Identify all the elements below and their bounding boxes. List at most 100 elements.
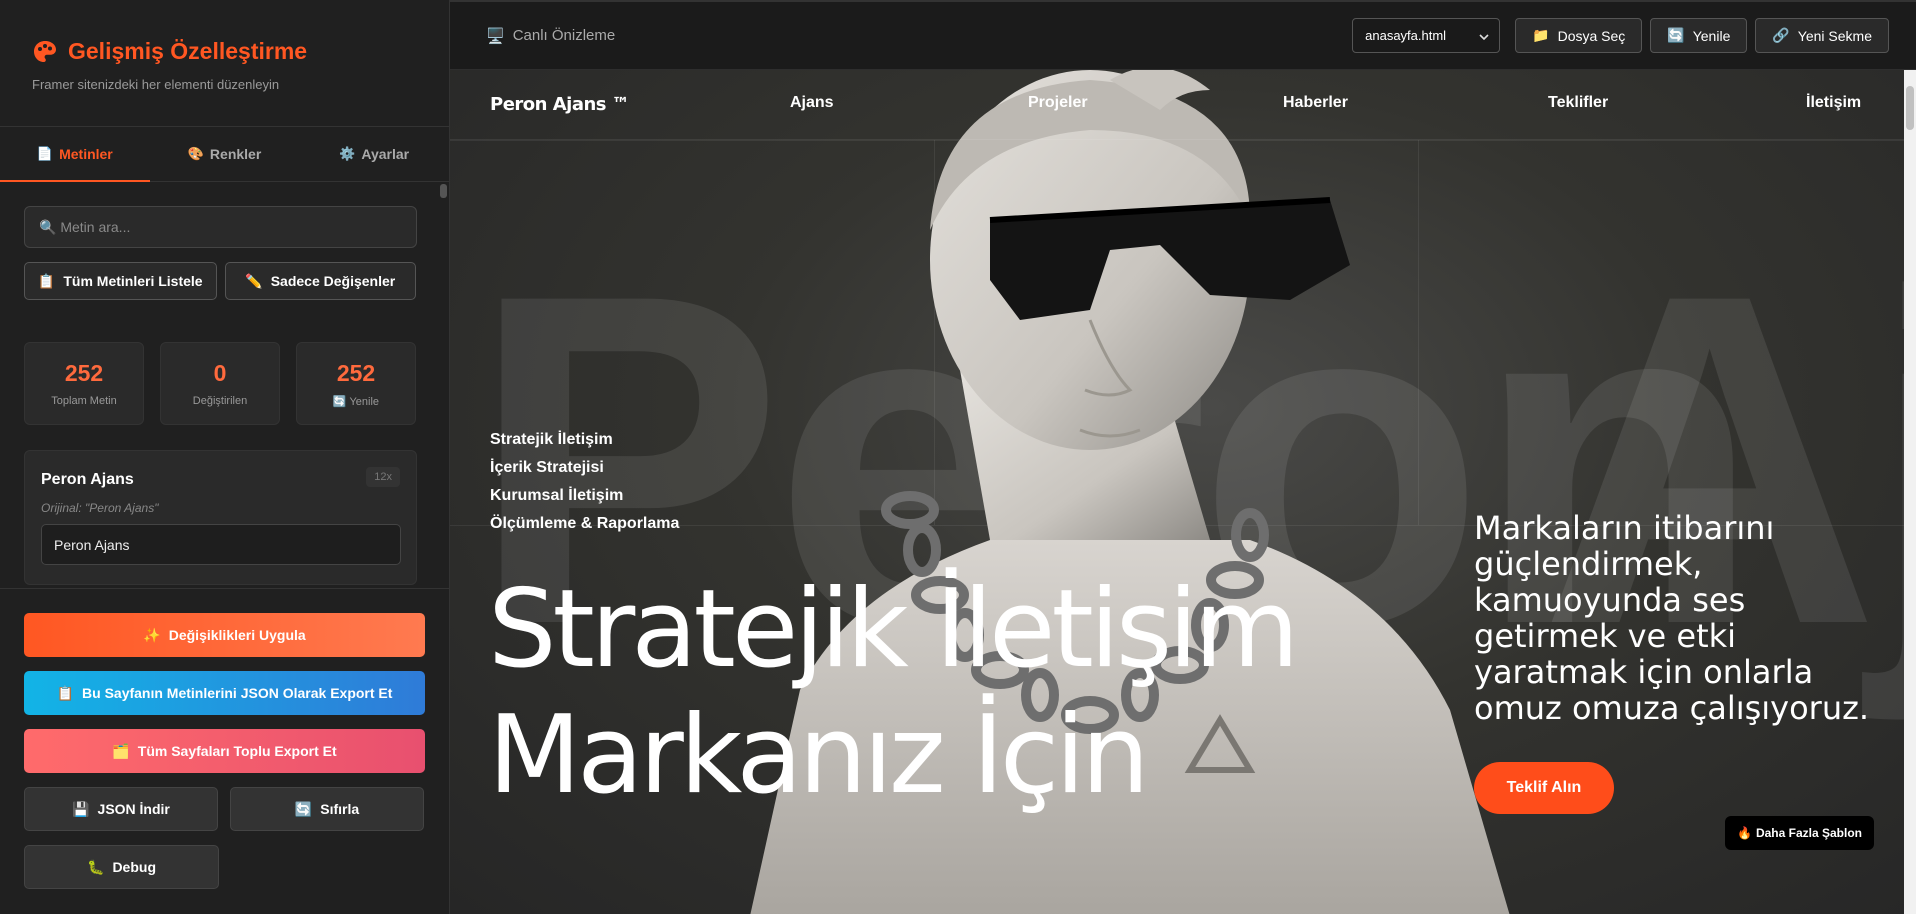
preview-label-text: Canlı Önizleme bbox=[512, 27, 616, 44]
link-icon: 🔗 bbox=[1772, 27, 1790, 43]
refresh-icon: 🔄 bbox=[1667, 27, 1685, 43]
search-box[interactable] bbox=[24, 206, 417, 248]
sidebar-subtitle: Framer sitenizdeki her elementi düzenley… bbox=[32, 77, 280, 92]
preview-scrollbar-thumb[interactable] bbox=[1906, 86, 1914, 130]
export-all-pages-button[interactable]: 🗂️ Tüm Sayfaları Toplu Export Et bbox=[24, 729, 425, 773]
search-input[interactable] bbox=[39, 219, 359, 235]
tab-label: Ayarlar bbox=[361, 146, 410, 162]
tab-label: Metinler bbox=[59, 146, 113, 162]
stats-row: 252 Toplam Metin 0 Değiştirilen 252 🔄 Ye… bbox=[24, 342, 416, 425]
choose-file-button[interactable]: 📁 Dosya Seç bbox=[1515, 18, 1643, 53]
nav-link-news[interactable]: Haberler bbox=[1283, 94, 1348, 112]
palette-icon bbox=[32, 39, 58, 65]
palette-icon: 🎨 bbox=[187, 146, 204, 161]
refresh-icon: 🔄 bbox=[332, 395, 347, 408]
tab-colors[interactable]: 🎨 Renkler bbox=[150, 127, 300, 181]
stat-label: Değiştirilen bbox=[192, 395, 248, 407]
app-root: Gelişmiş Özelleştirme Framer sitenizdeki… bbox=[0, 0, 1916, 914]
refresh-icon: 🔄 bbox=[294, 800, 313, 817]
floppy-icon: 💾 bbox=[72, 800, 90, 817]
pencil-icon: ✏️ bbox=[245, 272, 263, 289]
stat-label: 🔄 Yenile bbox=[333, 395, 379, 408]
reset-label: Sıfırla bbox=[320, 801, 360, 817]
get-quote-button[interactable]: Teklif Alın bbox=[1474, 762, 1614, 814]
refresh-label: Yenile bbox=[1692, 27, 1731, 44]
new-tab-label: Yeni Sekme bbox=[1797, 27, 1872, 44]
sidebar-scroll-area[interactable]: 📋 Tüm Metinleri Listele ✏️ Sadece Değişe… bbox=[0, 182, 449, 587]
nav-link-projects[interactable]: Projeler bbox=[1028, 94, 1088, 112]
hero-tagline: Markaların itibarını güçlendirmek, kamuo… bbox=[1474, 509, 1870, 727]
only-changed-label: Sadece Değişenler bbox=[270, 273, 396, 289]
bug-icon: 🐛 bbox=[87, 858, 105, 875]
clipboard-icon: 📋 bbox=[56, 684, 75, 701]
entry-text-input[interactable] bbox=[41, 524, 401, 565]
apply-label: Değişiklikleri Uygula bbox=[168, 627, 306, 643]
only-changed-button[interactable]: ✏️ Sadece Değişenler bbox=[224, 262, 416, 300]
service-item: İçerik Stratejisi bbox=[490, 459, 604, 476]
hero-headline-line: Stratejik İletişim bbox=[488, 567, 1299, 692]
sidebar-actions: ✨ Değişiklikleri Uygula 📋 Bu Sayfanın Me… bbox=[0, 588, 449, 914]
preview-toolbar: 🖥️ Canlı Önizleme anasayfa.html 📁 Dosya … bbox=[450, 0, 1916, 70]
chevron-down-icon bbox=[1479, 28, 1489, 43]
sidebar-scrollbar[interactable] bbox=[440, 184, 447, 198]
document-icon: 📄 bbox=[36, 146, 54, 161]
nav-link-offers[interactable]: Teklifler bbox=[1548, 94, 1608, 112]
preview-label: 🖥️ Canlı Önizleme bbox=[486, 27, 615, 45]
nav-link-contact[interactable]: İletişim bbox=[1806, 94, 1861, 112]
filter-buttons: 📋 Tüm Metinleri Listele ✏️ Sadece Değişe… bbox=[24, 262, 416, 300]
hero-headline: Stratejik İletişim Markanız İçin bbox=[488, 567, 1299, 819]
preview-scrollbar[interactable] bbox=[1904, 70, 1916, 914]
entry-original: Orijinal: "Peron Ajans" bbox=[41, 501, 159, 515]
main-area: 🖥️ Canlı Önizleme anasayfa.html 📁 Dosya … bbox=[450, 0, 1916, 914]
more-templates-button[interactable]: 🔥 Daha Fazla Şablon bbox=[1725, 816, 1874, 850]
entry-count-badge: 12x bbox=[366, 467, 400, 487]
stat-label-text: Yenile bbox=[349, 395, 380, 408]
entry-title: Peron Ajans bbox=[41, 471, 134, 488]
list-all-texts-button[interactable]: 📋 Tüm Metinleri Listele bbox=[24, 262, 217, 300]
sidebar-tabs: 📄 Metinler 🎨 Renkler ⚙️ Ayarlar bbox=[0, 127, 449, 182]
download-json-label: JSON İndir bbox=[97, 801, 170, 817]
page-select-value: anasayfa.html bbox=[1365, 28, 1447, 43]
page-select[interactable]: anasayfa.html bbox=[1352, 18, 1501, 53]
new-tab-button[interactable]: 🔗 Yeni Sekme bbox=[1755, 18, 1889, 53]
service-item: Kurumsal İletişim bbox=[490, 487, 624, 504]
sidebar-title: Gelişmiş Özelleştirme bbox=[32, 38, 417, 65]
sparkles-icon: ✨ bbox=[143, 626, 161, 643]
more-templates-label: Daha Fazla Şablon bbox=[1755, 826, 1862, 840]
sidebar-title-text: Gelişmiş Özelleştirme bbox=[68, 38, 308, 64]
stat-changed: 0 Değiştirilen bbox=[160, 342, 280, 425]
export-page-json-button[interactable]: 📋 Bu Sayfanın Metinlerini JSON Olarak Ex… bbox=[24, 671, 425, 715]
preview-navbar: Peron Ajans ™ bbox=[450, 70, 1916, 140]
service-item: Ölçümleme & Raporlama bbox=[490, 515, 680, 532]
live-preview-frame[interactable]: Peron Aj bbox=[450, 70, 1916, 914]
reset-button[interactable]: 🔄 Sıfırla bbox=[230, 787, 424, 831]
apply-changes-button[interactable]: ✨ Değişiklikleri Uygula bbox=[24, 613, 425, 657]
stat-label: Toplam Metin bbox=[51, 395, 117, 407]
service-item: Stratejik İletişim bbox=[490, 431, 613, 448]
export-json-label: Bu Sayfanın Metinlerini JSON Olarak Expo… bbox=[82, 685, 393, 701]
services-list: Stratejik İletişim İçerik Stratejisi Kur… bbox=[490, 426, 679, 538]
folder-icon: 📁 bbox=[1532, 27, 1550, 43]
tab-texts[interactable]: 📄 Metinler bbox=[0, 127, 150, 182]
stat-refresh[interactable]: 252 🔄 Yenile bbox=[296, 342, 416, 425]
flame-icon: 🔥 bbox=[1737, 826, 1752, 840]
tab-settings[interactable]: ⚙️ Ayarlar bbox=[299, 127, 449, 181]
preview-logo[interactable]: Peron Ajans ™ bbox=[490, 94, 790, 115]
sidebar-header: Gelişmiş Özelleştirme Framer sitenizdeki… bbox=[0, 0, 449, 127]
stat-value: 252 bbox=[64, 360, 104, 386]
debug-label: Debug bbox=[112, 859, 156, 875]
monitor-icon: 🖥️ bbox=[486, 27, 505, 45]
folder-icon: 🗂️ bbox=[112, 742, 130, 759]
debug-button[interactable]: 🐛 Debug bbox=[24, 845, 219, 889]
nav-link-agency[interactable]: Ajans bbox=[790, 94, 834, 112]
clipboard-icon: 📋 bbox=[37, 272, 56, 289]
stat-value: 252 bbox=[336, 359, 376, 386]
secondary-actions: 💾 JSON İndir 🔄 Sıfırla bbox=[24, 787, 424, 845]
download-json-button[interactable]: 💾 JSON İndir bbox=[24, 787, 218, 831]
hero-headline-line: Markanız İçin bbox=[488, 693, 1150, 818]
list-all-label: Tüm Metinleri Listele bbox=[63, 273, 203, 289]
sidebar: Gelişmiş Özelleştirme Framer sitenizdeki… bbox=[0, 0, 450, 914]
gear-icon: ⚙️ bbox=[339, 146, 356, 161]
refresh-button[interactable]: 🔄 Yenile bbox=[1650, 18, 1748, 53]
stat-value: 0 bbox=[213, 360, 227, 386]
